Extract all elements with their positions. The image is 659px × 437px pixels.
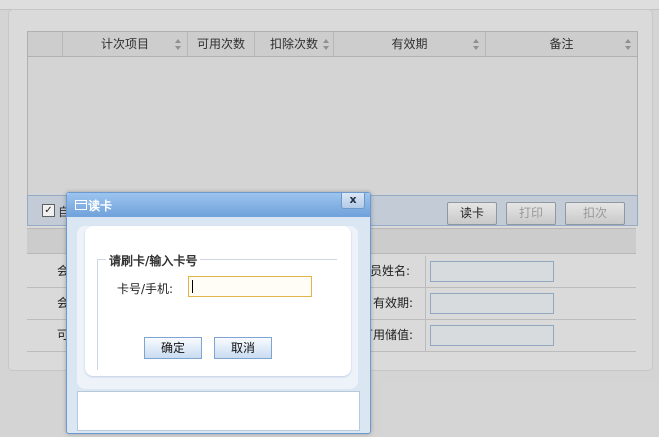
card-number-label: 卡号/手机: — [117, 282, 174, 296]
read-card-dialog: 读卡 x 请刷卡/输入卡号 卡号/手机: 确定 取消 — [66, 192, 371, 434]
dialog-footer — [77, 391, 360, 431]
dialog-body: 请刷卡/输入卡号 卡号/手机: 确定 取消 — [77, 226, 358, 389]
text-cursor — [192, 280, 193, 293]
close-icon[interactable]: x — [341, 193, 365, 209]
fieldset-legend: 请刷卡/输入卡号 — [106, 252, 201, 269]
confirm-button[interactable]: 确定 — [144, 337, 202, 359]
cancel-button[interactable]: 取消 — [214, 337, 272, 359]
window-icon — [75, 200, 87, 210]
dialog-card: 请刷卡/输入卡号 卡号/手机: 确定 取消 — [85, 226, 351, 376]
dialog-titlebar[interactable]: 读卡 x — [67, 193, 370, 217]
dialog-title: 读卡 — [88, 199, 113, 213]
card-number-input[interactable] — [188, 276, 312, 297]
